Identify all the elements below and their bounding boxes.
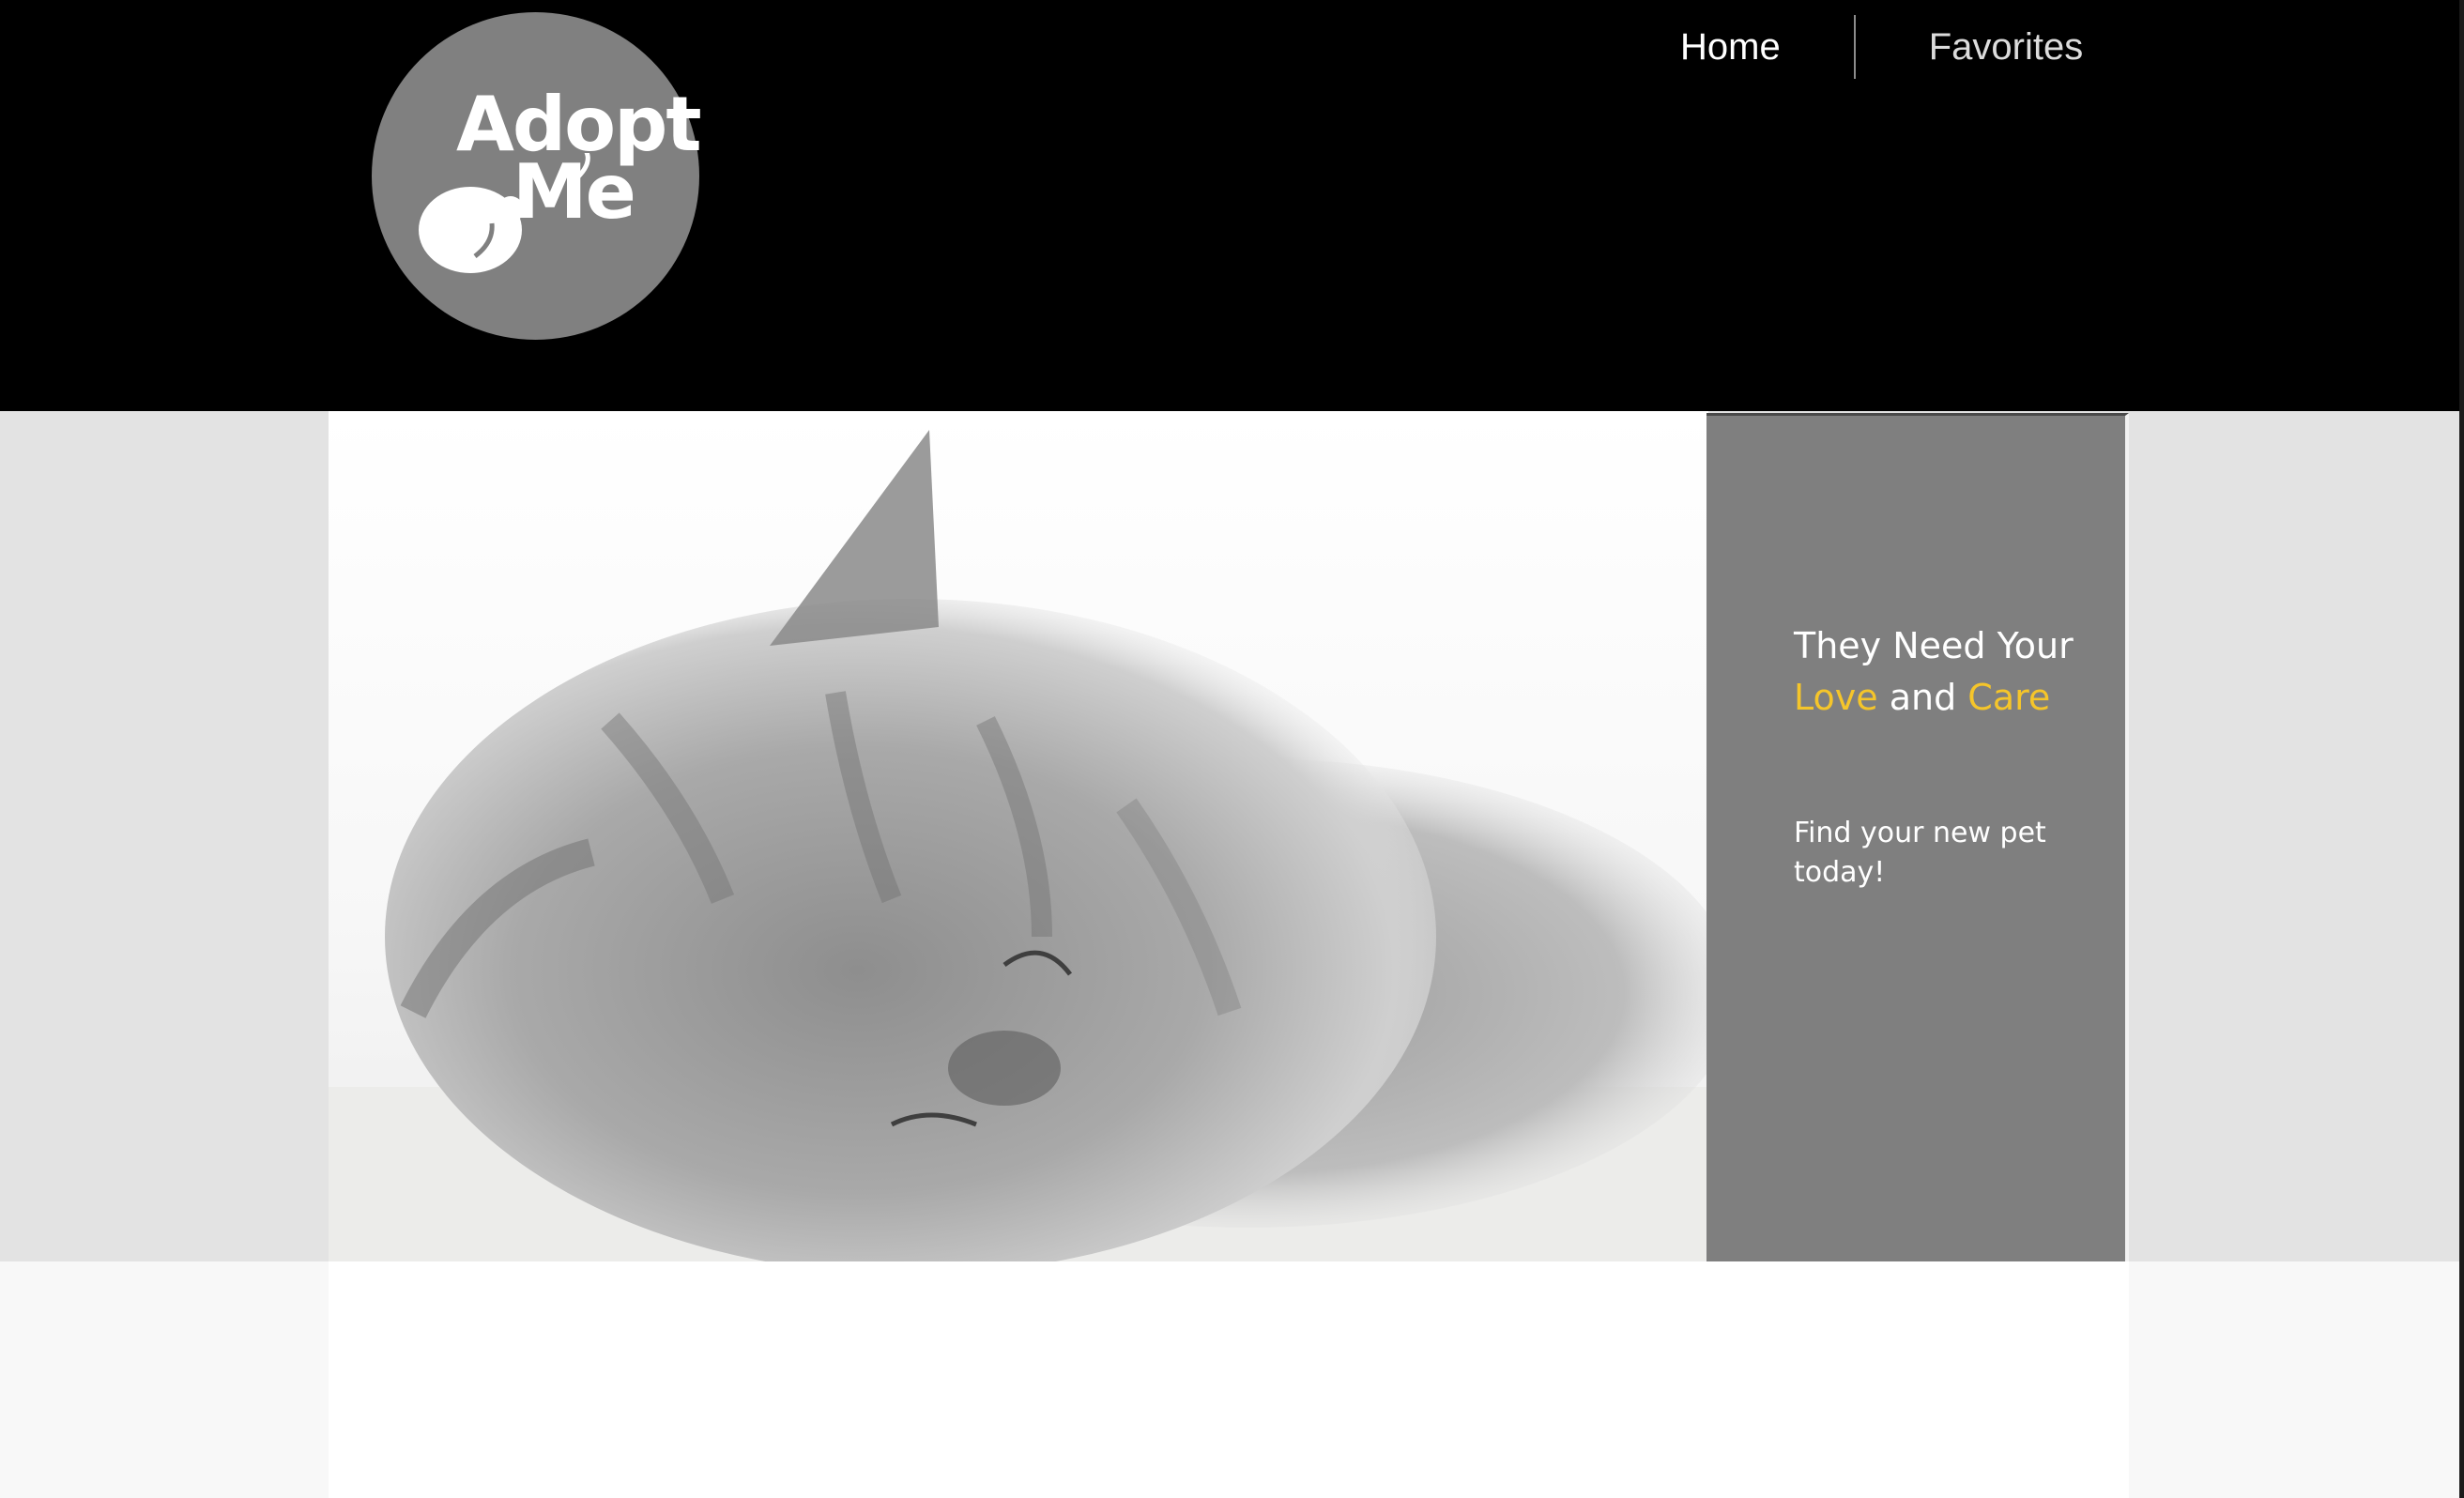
adopt-me-logo[interactable]: Adopt Me <box>372 12 702 340</box>
heading-love: Love <box>1794 677 1878 718</box>
site-header: Adopt Me Home Favorites <box>0 0 2459 411</box>
content-area <box>329 1261 2129 1498</box>
heading-part1: They Need Your <box>1794 625 2074 666</box>
hero-heading: They Need Your Love and Care <box>1794 620 2075 724</box>
heading-part2: and <box>1877 677 1968 718</box>
hero-image <box>329 411 1708 1261</box>
window-edge <box>2459 0 2464 1498</box>
mouse-icon <box>419 153 590 273</box>
hero-subtext: Find your new pet today! <box>1794 817 2046 889</box>
main-nav: Home Favorites <box>1633 0 2083 94</box>
kitten-photo <box>329 430 1708 1261</box>
heading-care: Care <box>1967 677 2051 718</box>
nav-home-link[interactable]: Home <box>1633 21 1854 73</box>
nav-favorites-link[interactable]: Favorites <box>1856 21 2084 73</box>
hero-callout-panel: They Need Your Love and Care Find your n… <box>1706 413 2129 1264</box>
